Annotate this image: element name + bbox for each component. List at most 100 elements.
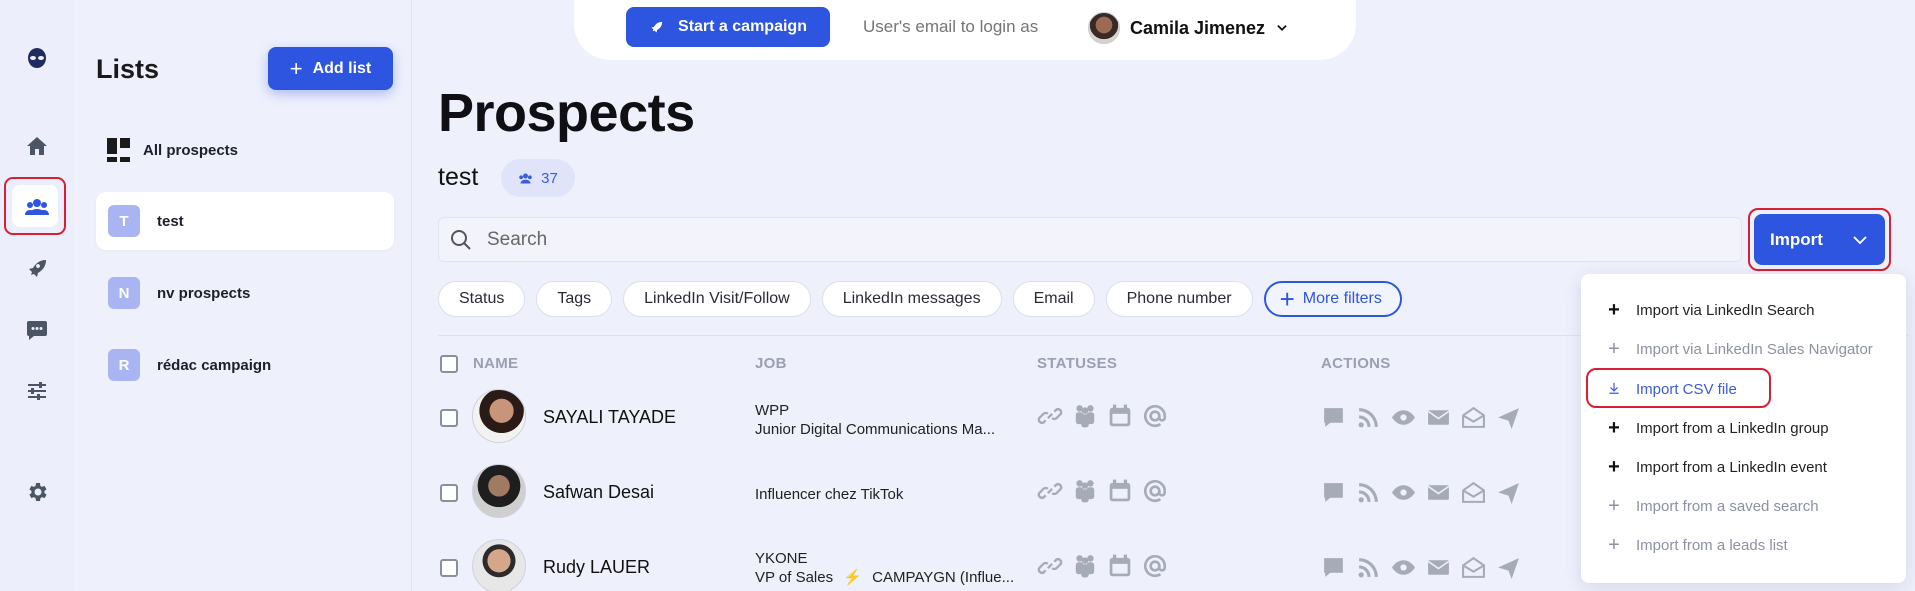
filter-linkedin-visit-follow[interactable]: LinkedIn Visit/Follow [623,281,811,317]
home-icon[interactable] [22,131,52,161]
import-button[interactable]: Import [1754,214,1885,265]
filter-status[interactable]: Status [438,281,526,317]
import-linkedin-event[interactable]: + Import from a LinkedIn event [1606,453,1827,481]
eye-icon[interactable] [1391,405,1416,430]
list-item-all-prospects[interactable]: All prospects [96,121,394,179]
job-title: VP of Sales [755,569,834,586]
select-all-checkbox[interactable] [440,355,458,373]
avatar [472,389,526,443]
menu-item-label: Import from a leads list [1636,536,1788,554]
job-title-line: VP of Sales ⚡ CAMPAYGN (Influe... [755,568,1014,587]
avatar [472,539,526,591]
start-campaign-label: Start a campaign [678,18,807,35]
plus-icon: + [1608,338,1620,360]
statuses [1037,403,1168,429]
lightning-icon: ⚡ [843,569,862,586]
search-input[interactable] [487,228,1687,251]
rss-icon[interactable] [1356,480,1381,505]
plus-icon: + [1608,417,1620,439]
row-checkbox[interactable] [440,409,458,427]
page-title: Prospects [438,83,695,143]
list-item-nv-prospects[interactable]: N nv prospects [96,264,394,322]
link-icon [1037,483,1063,499]
import-leads-list[interactable]: + Import from a leads list [1606,531,1788,559]
eye-icon[interactable] [1391,555,1416,580]
chat-icon[interactable] [22,315,52,345]
menu-item-label: Import from a LinkedIn event [1636,458,1827,476]
prospect-name[interactable]: Rudy LAUER [543,557,650,578]
list-item-redac-campaign[interactable]: R rédac campaign [96,336,394,394]
column-job: JOB [755,355,787,372]
sliders-icon[interactable] [22,376,52,406]
import-linkedin-group[interactable]: + Import from a LinkedIn group [1606,414,1829,442]
alien-logo-icon[interactable] [22,44,52,74]
message-link-icon[interactable] [1321,555,1346,580]
mail-icon[interactable] [1426,405,1451,430]
at-icon [1143,554,1167,578]
more-filters-button[interactable]: + More filters [1263,281,1402,317]
rocket-icon[interactable] [22,254,52,284]
calendar-icon [1109,554,1131,577]
list-item-label: All prospects [143,141,239,159]
mail-open-icon[interactable] [1461,405,1486,430]
plus-icon: + [1608,299,1620,321]
import-label: Import [1770,229,1823,249]
actions [1321,480,1521,505]
column-statuses: STATUSES [1037,355,1118,372]
rss-icon[interactable] [1356,405,1381,430]
at-icon [1143,479,1167,503]
filter-tags[interactable]: Tags [536,281,613,317]
users-icon [519,173,532,183]
search-bar [438,217,1742,262]
mail-icon[interactable] [1426,555,1451,580]
plus-icon: + [1279,284,1295,314]
rss-icon[interactable] [1356,555,1381,580]
send-icon[interactable] [1496,555,1521,580]
message-link-icon[interactable] [1321,480,1346,505]
plus-icon: + [1608,534,1620,556]
import-sales-navigator[interactable]: + Import via LinkedIn Sales Navigator [1606,335,1873,363]
import-csv-file[interactable]: Import CSV file [1606,375,1737,403]
job-campaign: CAMPAYGN (Influe... [872,569,1015,586]
send-icon[interactable] [1496,480,1521,505]
filter-linkedin-messages[interactable]: LinkedIn messages [821,281,1002,317]
message-link-icon[interactable] [1321,405,1346,430]
import-linkedin-search[interactable]: + Import via LinkedIn Search [1606,296,1814,324]
row-checkbox[interactable] [440,559,458,577]
grid-icon [107,138,131,162]
chevron-down-icon [1277,25,1287,31]
import-saved-search[interactable]: + Import from a saved search [1606,492,1818,520]
user-menu[interactable]: Camila Jimenez [1088,12,1289,44]
eye-icon[interactable] [1391,480,1416,505]
actions [1321,405,1521,430]
prospect-name[interactable]: SAYALI TAYADE [543,407,676,428]
import-menu: + Import via LinkedIn Search + Import vi… [1581,274,1906,583]
prospect-name[interactable]: Safwan Desai [543,482,654,503]
mail-open-icon[interactable] [1461,555,1486,580]
job-company: YKONE [755,550,808,567]
calendar-icon [1109,404,1131,427]
mail-open-icon[interactable] [1461,480,1486,505]
send-icon[interactable] [1496,405,1521,430]
gear-icon[interactable] [22,477,52,507]
list-item-test[interactable]: T test [96,192,394,250]
top-bar: Start a campaign Camila Jimenez [574,0,1356,60]
statuses [1037,553,1168,579]
add-list-button[interactable]: + Add list [268,47,393,90]
user-name: Camila Jimenez [1130,17,1266,38]
job-title: Junior Digital Communications Ma... [755,421,996,438]
link-icon [1037,408,1063,424]
menu-item-label: Import from a LinkedIn group [1636,419,1829,437]
filter-phone-number[interactable]: Phone number [1105,281,1253,317]
start-campaign-button[interactable]: Start a campaign [626,7,830,47]
row-checkbox[interactable] [440,484,458,502]
users-icon[interactable] [22,192,52,222]
prospect-count: 37 [541,169,558,187]
at-icon [1143,404,1167,428]
filter-email[interactable]: Email [1012,281,1095,317]
add-list-label: Add list [312,59,372,77]
avatar [1088,12,1120,44]
mail-icon[interactable] [1426,480,1451,505]
login-as-input[interactable] [863,16,1053,38]
menu-item-label: Import via LinkedIn Sales Navigator [1636,340,1873,358]
